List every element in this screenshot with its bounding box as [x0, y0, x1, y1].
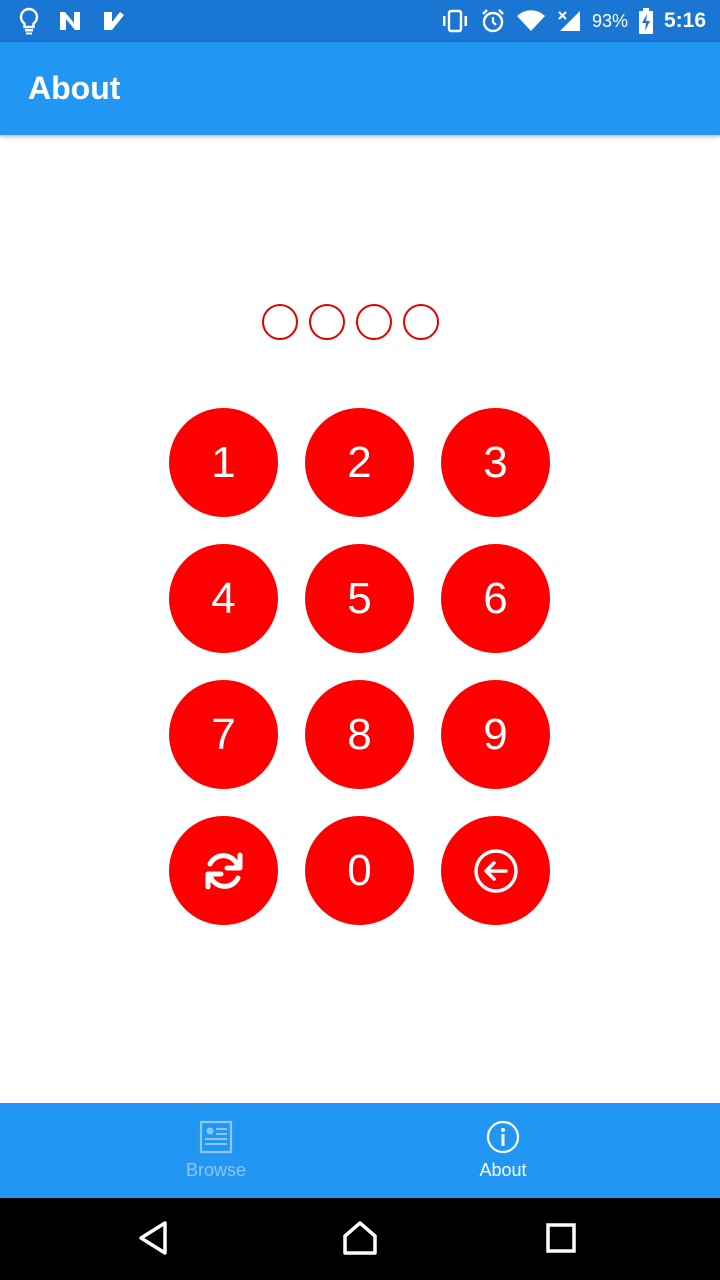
key-0[interactable]: 0	[305, 816, 414, 925]
tab-label: Browse	[185, 1160, 247, 1180]
tab-about[interactable]: About	[323, 1103, 683, 1198]
wifi-icon	[516, 9, 546, 33]
key-label: 3	[483, 437, 508, 487]
signal-icon	[556, 9, 582, 33]
status-right-icons: 93% 5:16	[440, 6, 706, 36]
key-6[interactable]: 6	[441, 544, 550, 653]
key-label: 4	[211, 573, 236, 623]
key-label: 7	[211, 709, 236, 759]
lightbulb-icon	[18, 7, 40, 35]
battery-charging-icon	[638, 8, 654, 34]
pin-dot	[262, 304, 298, 340]
key-label: 8	[347, 709, 372, 759]
tab-label: About	[479, 1160, 527, 1180]
list-icon	[199, 1120, 233, 1154]
key-3[interactable]: 3	[441, 408, 550, 517]
pin-dot	[403, 304, 439, 340]
bottom-tab-bar: Browse About	[0, 1103, 720, 1198]
check-app-icon	[102, 10, 126, 32]
status-time: 5:16	[663, 9, 706, 32]
back-icon[interactable]	[136, 1220, 170, 1261]
screen: 93% 5:16 About 1 2 3 4 5 6 7 8 9 0 Brows…	[0, 0, 720, 1280]
key-5[interactable]: 5	[305, 544, 414, 653]
key-label: 0	[347, 845, 372, 895]
key-label: 6	[483, 573, 508, 623]
key-4[interactable]: 4	[169, 544, 278, 653]
home-icon[interactable]	[342, 1220, 378, 1261]
refresh-button[interactable]	[169, 816, 278, 925]
key-2[interactable]: 2	[305, 408, 414, 517]
recents-icon[interactable]	[544, 1220, 578, 1261]
key-label: 1	[211, 437, 236, 487]
alarm-icon	[480, 8, 506, 34]
key-9[interactable]: 9	[441, 680, 550, 789]
key-label: 5	[347, 573, 372, 623]
keypad: 1 2 3 4 5 6 7 8 9 0	[169, 408, 550, 925]
app-bar: About	[0, 42, 720, 135]
backspace-icon	[473, 848, 519, 894]
refresh-icon	[200, 847, 248, 895]
status-bar: 93% 5:16	[0, 0, 720, 42]
key-7[interactable]: 7	[169, 680, 278, 789]
pin-indicator	[262, 304, 439, 340]
system-nav-bar	[0, 1198, 720, 1280]
info-icon	[486, 1120, 520, 1154]
backspace-button[interactable]	[441, 816, 550, 925]
page-title: About	[28, 70, 121, 106]
status-left-icons	[18, 6, 126, 36]
pin-dot	[356, 304, 392, 340]
key-label: 2	[347, 437, 372, 487]
key-label: 9	[483, 709, 508, 759]
battery-percent: 93%	[591, 10, 628, 31]
key-1[interactable]: 1	[169, 408, 278, 517]
key-8[interactable]: 8	[305, 680, 414, 789]
n-app-icon	[58, 10, 84, 32]
vibrate-icon	[440, 9, 470, 33]
pin-dot	[309, 304, 345, 340]
